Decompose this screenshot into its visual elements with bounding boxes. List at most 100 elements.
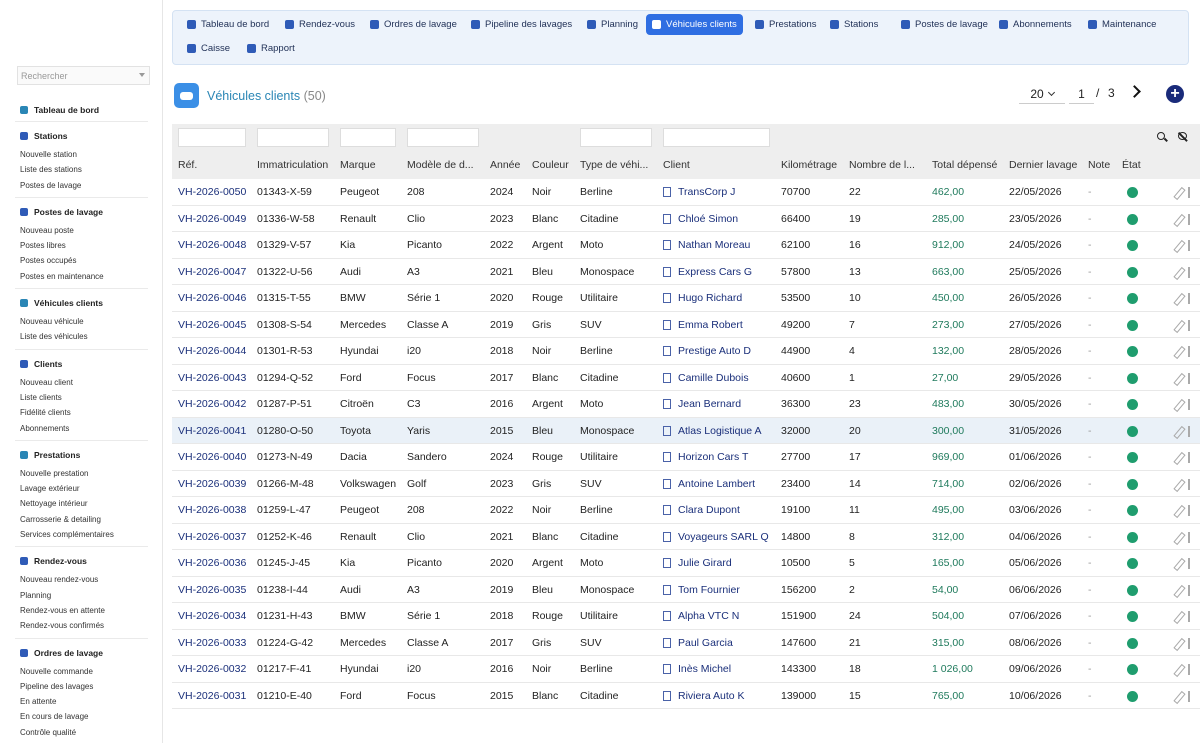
vehicle-ref-link[interactable]: VH-2026-0047 [178,259,253,286]
nav-tab[interactable]: Prestations [749,14,823,35]
delete-icon[interactable] [1188,664,1190,675]
table-row[interactable]: VH-2026-0035 01238-I-44 Audi A3 2019 Bleu Mono… [172,577,1200,604]
client-link[interactable]: Camille Dubois [663,365,777,392]
delete-icon[interactable] [1188,213,1190,225]
sidebar-item[interactable]: Postes en maintenance [0,269,150,284]
delete-icon[interactable] [1188,478,1190,490]
table-row[interactable]: VH-2026-0049 01336-W-58 Renault Clio 2023 Bla… [172,206,1200,233]
sidebar-item[interactable]: Planning [0,588,150,603]
vehicle-ref-link[interactable]: VH-2026-0034 [178,603,253,630]
table-row[interactable]: VH-2026-0038 01259-L-47 Peugeot 208 2022 Noir… [172,497,1200,524]
edit-icon[interactable] [1174,611,1184,621]
sidebar-item[interactable]: Carrosserie & detailing [0,512,150,527]
delete-icon[interactable] [1188,505,1190,516]
client-link[interactable]: Inès Michel [663,656,777,683]
client-link[interactable]: Horizon Cars T [663,444,777,471]
nav-tab[interactable]: Caisse [181,38,236,59]
sidebar-item[interactable]: Postes libres [0,238,150,253]
table-row[interactable]: VH-2026-0033 01224-G-42 Mercedes Classe A 20… [172,630,1200,657]
delete-icon[interactable] [1188,399,1190,410]
sidebar-item[interactable]: Nouveau client [0,375,150,390]
edit-icon[interactable] [1174,346,1184,356]
edit-icon[interactable] [1174,214,1184,224]
client-link[interactable]: Riviera Auto K [663,683,777,710]
table-row[interactable]: VH-2026-0034 01231-H-43 BMW Série 1 2018 Roug… [172,603,1200,630]
vehicle-ref-link[interactable]: VH-2026-0048 [178,232,253,259]
nav-tab[interactable]: Stations [824,14,884,35]
edit-icon[interactable] [1174,293,1184,303]
nav-tab[interactable]: Maintenance [1082,14,1162,35]
table-row[interactable]: VH-2026-0037 01252-K-46 Renault Clio 2021 Bla… [172,524,1200,550]
sidebar-group-header[interactable]: Véhicules clients [0,296,150,310]
add-vehicle-button[interactable]: + [1166,85,1184,103]
column-header[interactable]: Dernier lavage [1009,159,1084,171]
sidebar-item[interactable]: En cours de lavage [0,709,150,724]
delete-icon[interactable] [1188,319,1190,331]
client-link[interactable]: Nathan Moreau [663,232,777,259]
delete-icon[interactable] [1188,558,1190,569]
client-link[interactable]: Chloé Simon [663,206,777,233]
delete-icon[interactable] [1188,266,1190,278]
vehicle-ref-link[interactable]: VH-2026-0032 [178,656,253,683]
sidebar-item[interactable]: Abonnements [0,421,150,436]
edit-icon[interactable] [1174,320,1184,330]
sidebar-item[interactable]: Nouveau poste [0,223,150,238]
table-row[interactable]: VH-2026-0040 01273-N-49 Dacia Sandero 2024 Ro… [172,444,1200,471]
edit-icon[interactable] [1174,452,1184,462]
sidebar-item[interactable]: Pipeline des lavages [0,679,150,694]
table-row[interactable]: VH-2026-0036 01245-J-45 Kia Picanto 2020 Arge… [172,550,1200,577]
edit-icon[interactable] [1174,664,1184,674]
sidebar-group-header[interactable]: Prestations [0,448,150,462]
client-link[interactable]: Clara Dupont [663,497,777,524]
vehicle-ref-link[interactable]: VH-2026-0039 [178,471,253,498]
sidebar-item[interactable]: Nettoyage intérieur [0,496,150,511]
edit-icon[interactable] [1174,505,1184,515]
nav-tab[interactable]: Planning [581,14,644,35]
delete-icon[interactable] [1188,611,1190,622]
edit-icon[interactable] [1174,187,1184,197]
chevron-down-icon[interactable] [139,73,145,77]
delete-icon[interactable] [1188,452,1190,463]
delete-icon[interactable] [1188,372,1190,384]
edit-icon[interactable] [1174,399,1184,409]
edit-icon[interactable] [1174,240,1184,250]
vehicle-ref-link[interactable]: VH-2026-0050 [178,179,253,206]
table-row[interactable]: VH-2026-0042 01287-P-51 Citroën C3 2016 Argen… [172,391,1200,418]
sidebar-item[interactable]: Contrôle qualité [0,725,150,740]
vehicle-ref-link[interactable]: VH-2026-0035 [178,577,253,604]
sidebar-item[interactable]: Liste des stations [0,162,150,177]
vehicle-ref-link[interactable]: VH-2026-0033 [178,630,253,657]
table-row[interactable]: VH-2026-0045 01308-S-54 Mercedes Classe A 20… [172,312,1200,338]
edit-icon[interactable] [1174,479,1184,489]
client-link[interactable]: Julie Girard [663,550,777,577]
column-filter-input[interactable] [663,128,770,147]
column-header[interactable]: Modèle de d... [407,159,486,171]
vehicle-ref-link[interactable]: VH-2026-0042 [178,391,253,418]
table-row[interactable]: VH-2026-0041 01280-O-50 Toyota Yaris 2015 Ble… [172,417,1200,445]
nav-tab[interactable]: Ordres de lavage [364,14,463,35]
client-link[interactable]: Paul Garcia [663,630,777,657]
table-row[interactable]: VH-2026-0031 01210-E-40 Ford Focus 2015 Blanc… [172,683,1200,710]
sidebar-item[interactable]: Liste des véhicules [0,329,150,344]
edit-icon[interactable] [1174,373,1184,383]
delete-icon[interactable] [1188,425,1190,437]
vehicle-ref-link[interactable]: VH-2026-0041 [178,418,253,445]
column-header[interactable]: État [1122,159,1168,171]
sidebar-group-header[interactable]: Ordres de lavage [0,646,150,660]
sidebar-group-header[interactable]: Stations [0,129,150,143]
edit-icon[interactable] [1174,558,1184,568]
vehicle-ref-link[interactable]: VH-2026-0040 [178,444,253,471]
vehicle-ref-link[interactable]: VH-2026-0031 [178,683,253,710]
column-header[interactable]: Total dépensé [932,159,1005,171]
column-filter-input[interactable] [580,128,652,147]
column-header[interactable]: Note [1088,159,1118,171]
vehicle-ref-link[interactable]: VH-2026-0049 [178,206,253,233]
sidebar-item[interactable]: Nouveau véhicule [0,314,150,329]
sidebar-group-header[interactable]: Postes de lavage [0,205,150,219]
edit-icon[interactable] [1174,426,1184,436]
sidebar-group-header[interactable]: Clients [0,357,150,371]
vehicle-ref-link[interactable]: VH-2026-0043 [178,365,253,392]
column-header[interactable]: Type de véhi... [580,159,659,171]
table-row[interactable]: VH-2026-0048 01329-V-57 Kia Picanto 2022 Arge… [172,232,1200,259]
delete-icon[interactable] [1188,690,1190,702]
